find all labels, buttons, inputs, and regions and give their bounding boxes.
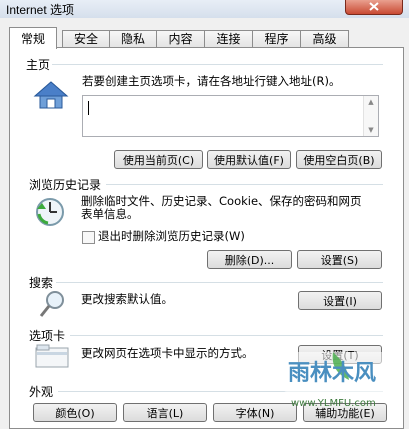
tabs-icon <box>35 344 69 368</box>
tab-advanced[interactable]: 高级 <box>300 30 349 48</box>
home-page-input[interactable]: ▲ ▼ <box>82 95 379 137</box>
languages-button[interactable]: 语言(L) <box>123 403 207 422</box>
delete-history-button[interactable]: 删除(D)... <box>207 250 292 269</box>
colors-button[interactable]: 颜色(O) <box>33 403 117 422</box>
section-divider <box>106 184 383 185</box>
tab-content[interactable]: 内容 <box>156 30 205 48</box>
section-appearance-title: 外观 <box>29 385 54 399</box>
window-title: Internet 选项 <box>6 3 75 17</box>
tab-programs[interactable]: 程序 <box>252 30 301 48</box>
tab-general[interactable]: 常规 <box>9 27 57 49</box>
site-watermark: 雨林木风 www.YLMFU.com <box>275 346 403 412</box>
history-icon <box>36 198 64 226</box>
history-settings-button[interactable]: 设置(S) <box>297 250 382 269</box>
vertical-scrollbar[interactable]: ▲ ▼ <box>363 96 378 136</box>
home-icon <box>33 81 69 109</box>
home-description: 若要创建主页选项卡，请在各地址行键入地址(R)。 <box>82 74 341 88</box>
tab-privacy[interactable]: 隐私 <box>109 30 157 48</box>
watermark-text: 雨林木风 <box>288 361 376 386</box>
section-divider <box>70 335 383 336</box>
section-divider <box>52 64 383 65</box>
search-settings-button[interactable]: 设置(I) <box>298 291 382 310</box>
title-bar: Internet 选项 <box>0 0 409 18</box>
use-blank-button[interactable]: 使用空白页(B) <box>296 150 382 169</box>
text-caret <box>88 101 89 115</box>
scroll-up-icon[interactable]: ▲ <box>364 97 378 107</box>
delete-on-exit-checkbox[interactable] <box>82 231 95 244</box>
section-history-title: 浏览历史记录 <box>29 178 102 192</box>
search-description: 更改搜索默认值。 <box>81 292 173 306</box>
close-button[interactable] <box>345 0 403 15</box>
watermark-url: www.YLMFU.com <box>291 398 376 409</box>
use-default-button[interactable]: 使用默认值(F) <box>207 150 291 169</box>
section-home-title: 主页 <box>26 58 51 72</box>
watermark-logo: 雨林木风 www.YLMFU.com <box>283 352 401 409</box>
section-tabs-title: 选项卡 <box>29 329 66 343</box>
tabs-description: 更改网页在选项卡中显示的方式。 <box>81 346 254 360</box>
tab-security[interactable]: 安全 <box>62 30 110 48</box>
delete-on-exit-label[interactable]: 退出时删除浏览历史记录(W) <box>98 229 245 244</box>
section-divider <box>56 282 383 283</box>
history-description-line2: 表单信息。 <box>81 207 139 221</box>
close-icon <box>369 2 379 11</box>
magnifier-icon <box>39 291 64 317</box>
use-current-button[interactable]: 使用当前页(C) <box>114 150 203 169</box>
scroll-down-icon[interactable]: ▼ <box>364 125 378 135</box>
tab-connections[interactable]: 连接 <box>204 30 253 48</box>
